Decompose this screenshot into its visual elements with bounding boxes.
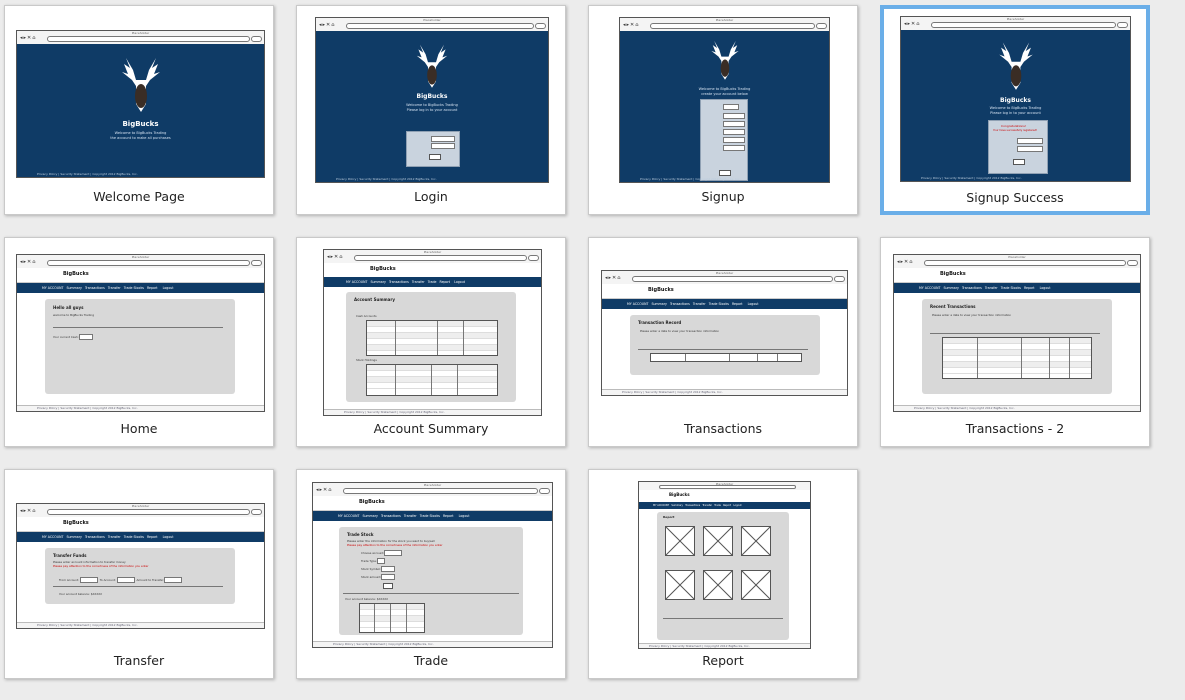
signup-form xyxy=(700,99,748,181)
screen-thumbnail: Placeholder ◂▸✕⌂ Welcome to BigBucks Trad… xyxy=(619,17,830,183)
screen-card-signup-success[interactable]: Placeholder ◂▸✕⌂ BigBucks Welcome to BigB… xyxy=(880,5,1150,215)
screen-label: Transfer xyxy=(113,653,165,668)
screen-card-trade[interactable]: Placeholder ◂▸✕⌂ BigBucks MY ACCOUNT Summ… xyxy=(296,469,566,679)
screen-card-transactions-2[interactable]: Placeholder ◂▸✕⌂ BigBucks MY ACCOUNT Summ… xyxy=(880,237,1150,447)
screen-label: Home xyxy=(120,421,158,436)
screen-thumbnail: Placeholder ◂▸✕⌂ BigBucks MY ACCOUNT Summ… xyxy=(601,270,848,396)
screen-thumbnail: Placeholder ◂▸✕⌂ BigBucks Welcome to BigB… xyxy=(315,17,549,183)
screen-thumbnail: Placeholder ◂▸✕⌂ BigBucks MY ACCOUNT Summ… xyxy=(893,254,1141,412)
screen-card-home[interactable]: Placeholder ◂▸✕⌂ BigBucks MY ACCOUNT Summ… xyxy=(4,237,274,447)
screen-label: Report xyxy=(702,653,744,668)
screen-thumbnail: Placeholder ◂▸✕⌂ BigBucks Welcome to BigB… xyxy=(900,16,1131,182)
brand-title: BigBucks xyxy=(1000,97,1031,104)
screen-label: Transactions xyxy=(683,421,763,436)
screen-label: Signup Success xyxy=(966,190,1064,205)
screen-thumbnail: Placeholder ◂▸✕⌂ BigBucks Welcome to BigB… xyxy=(16,30,265,178)
login-form xyxy=(406,131,460,167)
screen-card-welcome[interactable]: Placeholder ◂▸✕⌂ BigBucks Welcome to BigB… xyxy=(4,5,274,215)
stag-logo-icon xyxy=(710,40,739,80)
screen-thumbnail: Placeholder ◂▸✕⌂ BigBucks MY ACCOUNT Summ… xyxy=(323,249,542,416)
screen-label: Login xyxy=(414,189,448,204)
stag-logo-icon xyxy=(998,42,1033,90)
brand-title: BigBucks xyxy=(122,120,159,128)
screen-card-report[interactable]: Placeholder BigBucks MY ACCOUNT Summary … xyxy=(588,469,858,679)
screen-label: Transactions - 2 xyxy=(965,421,1065,436)
screen-label: Welcome Page xyxy=(93,189,185,204)
stag-logo-icon xyxy=(416,44,448,88)
screen-card-transactions[interactable]: Placeholder ◂▸✕⌂ BigBucks MY ACCOUNT Summ… xyxy=(588,237,858,447)
screen-thumbnail: Placeholder ◂▸✕⌂ BigBucks MY ACCOUNT Summ… xyxy=(312,482,553,648)
screen-card-signup[interactable]: Placeholder ◂▸✕⌂ Welcome to BigBucks Trad… xyxy=(588,5,858,215)
screen-thumbnail: Placeholder ◂▸✕⌂ BigBucks MY ACCOUNT Summ… xyxy=(16,503,265,629)
screen-card-transfer[interactable]: Placeholder ◂▸✕⌂ BigBucks MY ACCOUNT Summ… xyxy=(4,469,274,679)
screen-thumbnail: Placeholder BigBucks MY ACCOUNT Summary … xyxy=(638,481,811,649)
screen-label: Account Summary xyxy=(373,421,489,436)
screen-card-login[interactable]: Placeholder ◂▸✕⌂ BigBucks Welcome to BigB… xyxy=(296,5,566,215)
stag-logo-icon xyxy=(121,58,160,112)
signup-success-form: Congratulations! Your have successfully … xyxy=(988,120,1048,174)
screen-card-account-summary[interactable]: Placeholder ◂▸✕⌂ BigBucks MY ACCOUNT Summ… xyxy=(296,237,566,447)
screen-thumbnail: Placeholder ◂▸✕⌂ BigBucks MY ACCOUNT Summ… xyxy=(16,254,265,412)
screen-label: Signup xyxy=(701,189,745,204)
screen-label: Trade xyxy=(413,653,449,668)
brand-title: BigBucks xyxy=(416,93,448,100)
